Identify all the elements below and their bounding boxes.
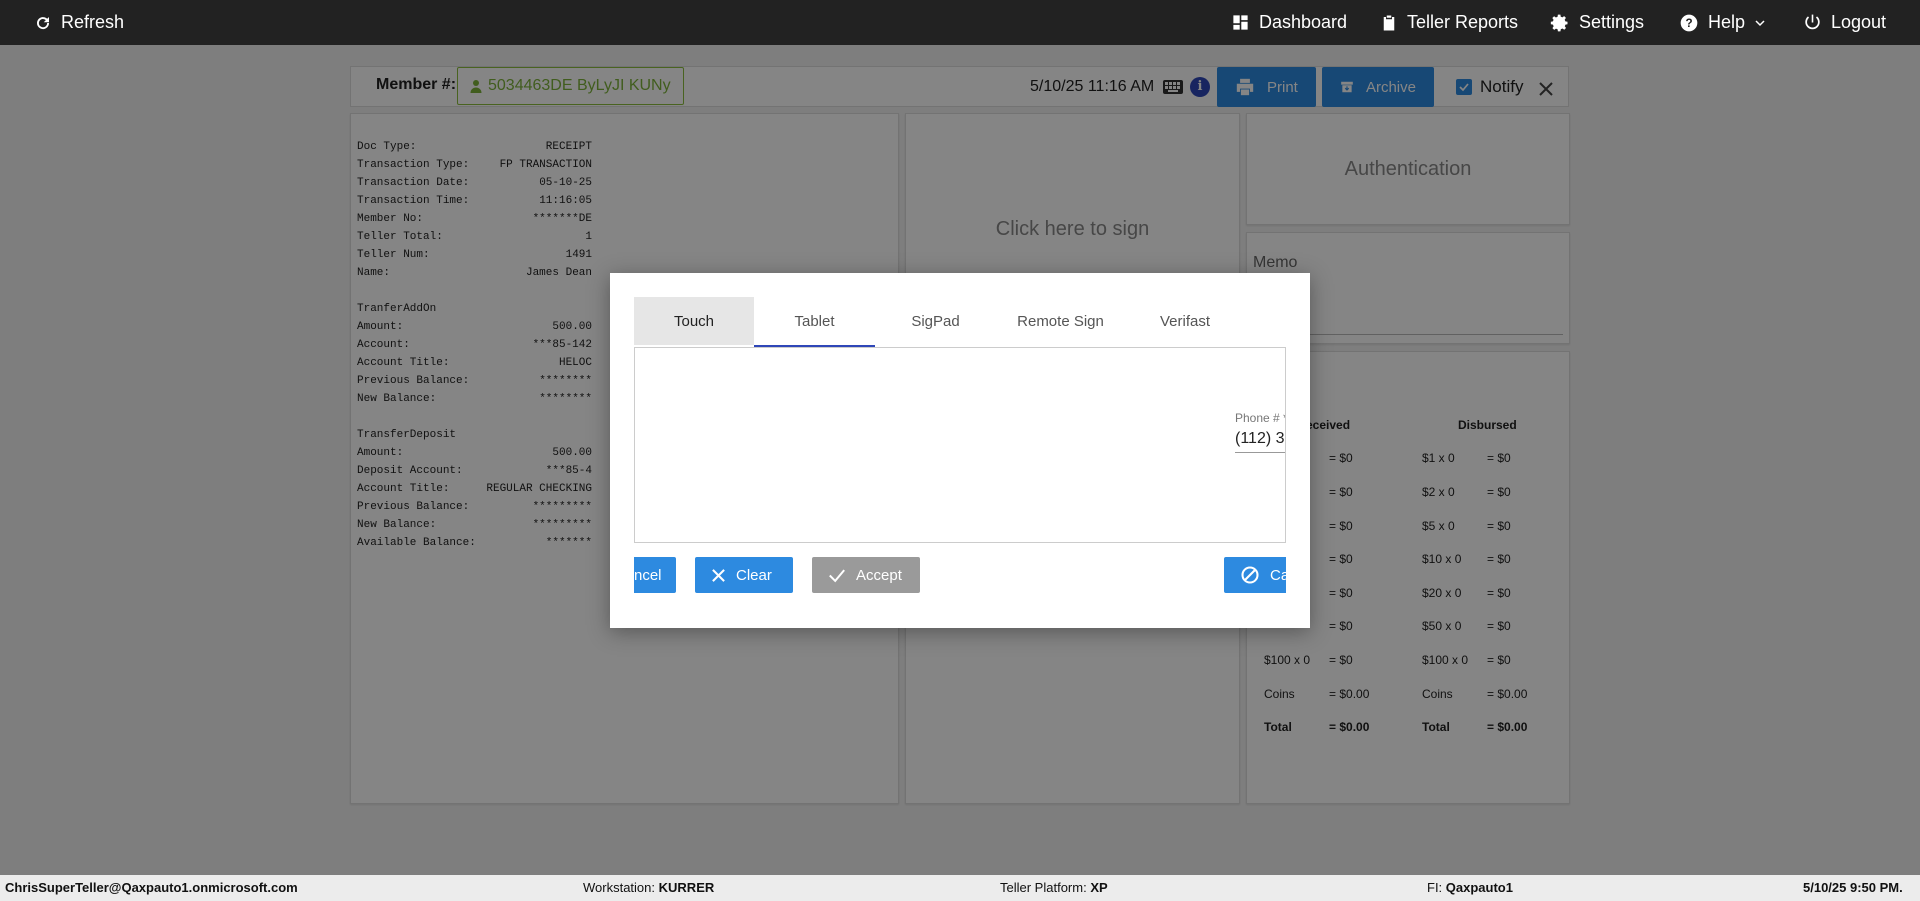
nav-dashboard-label: Dashboard: [1259, 12, 1348, 32]
nav-logout-label: Logout: [1831, 12, 1887, 32]
phone-label: Phone # *: [1235, 411, 1286, 425]
clear-button[interactable]: Clear: [695, 557, 793, 593]
footer-datetime: 5/10/25 9:50 PM.: [1803, 880, 1903, 895]
footer-platform: Teller Platform: XP: [1000, 880, 1108, 895]
footer-fi-label: FI:: [1427, 880, 1443, 895]
footer-workstation: Workstation: KURRER: [583, 880, 714, 895]
footer-platform-value: XP: [1090, 880, 1108, 895]
nav-help[interactable]: ? Help: [1679, 0, 1766, 45]
refresh-button[interactable]: Refresh: [34, 0, 124, 45]
cancel-button-left[interactable]: ncel: [634, 557, 676, 593]
dashboard-icon: [1233, 15, 1248, 30]
signature-method-tabs: Touch Tablet SigPad Remote Sign Verifast: [634, 297, 1254, 347]
signature-capture-dialog: Touch Tablet SigPad Remote Sign Verifast…: [610, 273, 1310, 628]
nav-settings[interactable]: Settings: [1550, 0, 1644, 45]
top-nav: Refresh Dashboard Teller Reports Setting…: [0, 0, 1920, 45]
dialog-actions: ncel Clear Accept Ca: [634, 557, 1286, 595]
clear-label: Clear: [736, 566, 772, 584]
ban-icon: [1241, 566, 1259, 584]
checkmark-icon: [829, 568, 845, 582]
svg-text:?: ?: [1685, 17, 1692, 30]
help-circle-icon: ?: [1680, 14, 1698, 31]
refresh-label: Refresh: [61, 12, 125, 32]
tab-sigpad[interactable]: SigPad: [875, 297, 996, 345]
footer-user: ChrisSuperTeller@Qaxpauto1.onmicrosoft.c…: [5, 880, 298, 895]
nav-logout[interactable]: Logout: [1803, 0, 1886, 45]
tab-tablet[interactable]: Tablet: [754, 297, 875, 345]
nav-help-label: Help: [1708, 12, 1746, 32]
phone-input[interactable]: (112) 3: [1235, 430, 1285, 453]
tab-remote-sign[interactable]: Remote Sign: [996, 297, 1125, 345]
tab-touch[interactable]: Touch: [634, 297, 754, 345]
tab-verifast[interactable]: Verifast: [1125, 297, 1245, 345]
chevron-down-icon: [1755, 19, 1765, 26]
accept-button[interactable]: Accept: [812, 557, 920, 593]
cancel-button-right[interactable]: Ca: [1224, 557, 1286, 593]
nav-teller-reports[interactable]: Teller Reports: [1380, 0, 1518, 45]
power-icon: [1805, 14, 1820, 30]
signature-pad[interactable]: Phone # * (112) 3: [634, 347, 1286, 543]
cancel-left-label: ncel: [634, 566, 662, 584]
footer-fi-value: Qaxpauto1: [1445, 880, 1513, 895]
nav-dashboard[interactable]: Dashboard: [1231, 0, 1347, 45]
cancel-right-label: Ca: [1270, 566, 1286, 584]
footer-platform-label: Teller Platform:: [1000, 880, 1087, 895]
clipboard-icon: [1383, 15, 1395, 30]
gear-icon: [1550, 14, 1568, 31]
refresh-icon: [37, 16, 50, 29]
status-bar: ChrisSuperTeller@Qaxpauto1.onmicrosoft.c…: [0, 875, 1920, 901]
nav-teller-reports-label: Teller Reports: [1407, 12, 1519, 32]
close-icon: [712, 568, 725, 582]
footer-workstation-value: KURRER: [658, 880, 715, 895]
accept-label: Accept: [856, 566, 902, 584]
footer-fi: FI: Qaxpauto1: [1427, 880, 1513, 895]
footer-workstation-label: Workstation:: [583, 880, 656, 895]
nav-settings-label: Settings: [1579, 12, 1645, 32]
